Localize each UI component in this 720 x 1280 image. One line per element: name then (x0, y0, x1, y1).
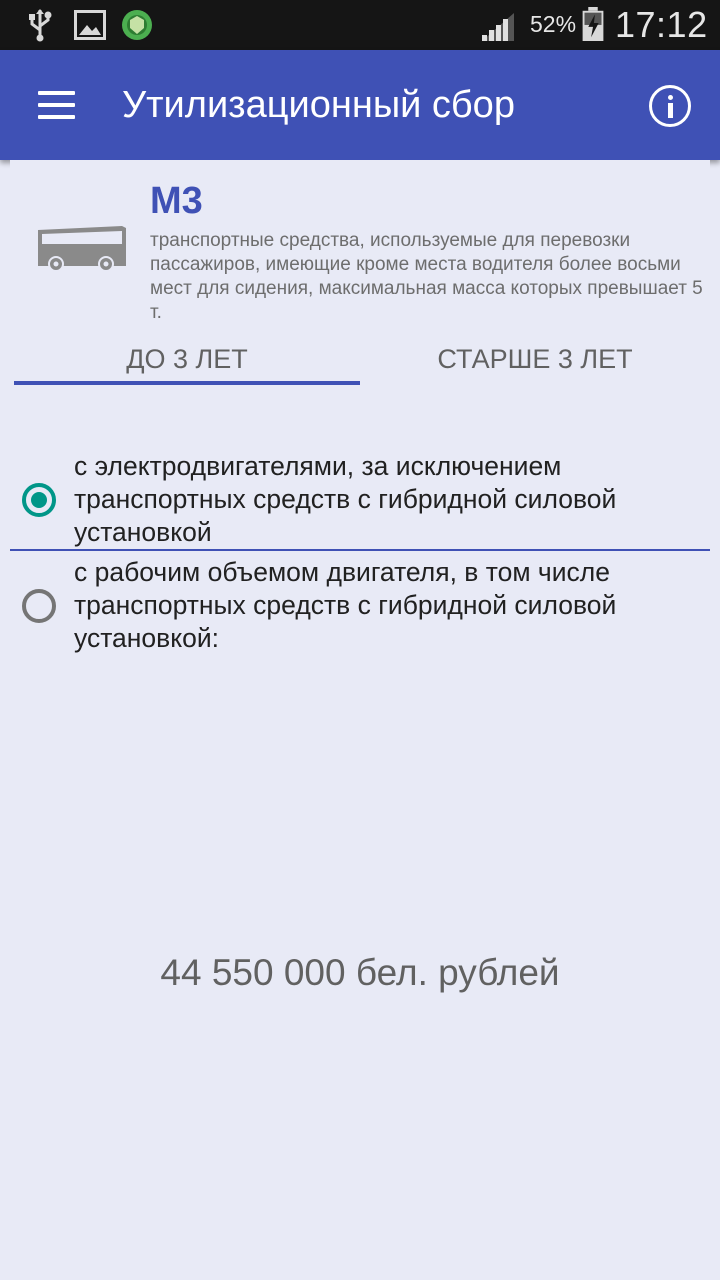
info-icon[interactable] (649, 85, 691, 127)
tab-over-3-years[interactable]: СТАРШЕ 3 ЛЕТ (360, 344, 710, 388)
result-amount: 44 550 000 бел. рублей (160, 952, 560, 993)
usb-icon (29, 9, 52, 42)
clock: 17:12 (615, 4, 708, 45)
option-label: с рабочим объемом двигателя, в том числе… (74, 557, 617, 653)
page-title: Утилизационный сбор (122, 84, 515, 126)
radio-selected-icon[interactable] (22, 483, 56, 517)
battery-charging-icon (582, 7, 604, 41)
bus-icon (38, 226, 126, 272)
category-description: транспортные средства, используемые для … (150, 230, 703, 323)
gallery-icon (74, 10, 106, 40)
option-label: с электродвигателями, за исключением тра… (74, 451, 617, 547)
hamburger-menu-icon[interactable] (26, 80, 86, 130)
signal-icon (482, 13, 514, 41)
status-bar: 52% 17:12 (0, 0, 720, 50)
radio-unselected-icon[interactable] (22, 589, 56, 623)
content-card (10, 160, 710, 1270)
option-electric-engine[interactable]: с электродвигателями, за исключением тра… (10, 450, 710, 550)
divider (10, 549, 710, 551)
category-code: М3 (150, 180, 203, 222)
app-shield-icon (122, 10, 152, 40)
battery-percent: 52% (530, 11, 577, 37)
option-engine-volume[interactable]: с рабочим объемом двигателя, в том числе… (10, 556, 710, 656)
tab-indicator (14, 381, 360, 385)
app-bar: Утилизационный сбор (0, 50, 720, 160)
